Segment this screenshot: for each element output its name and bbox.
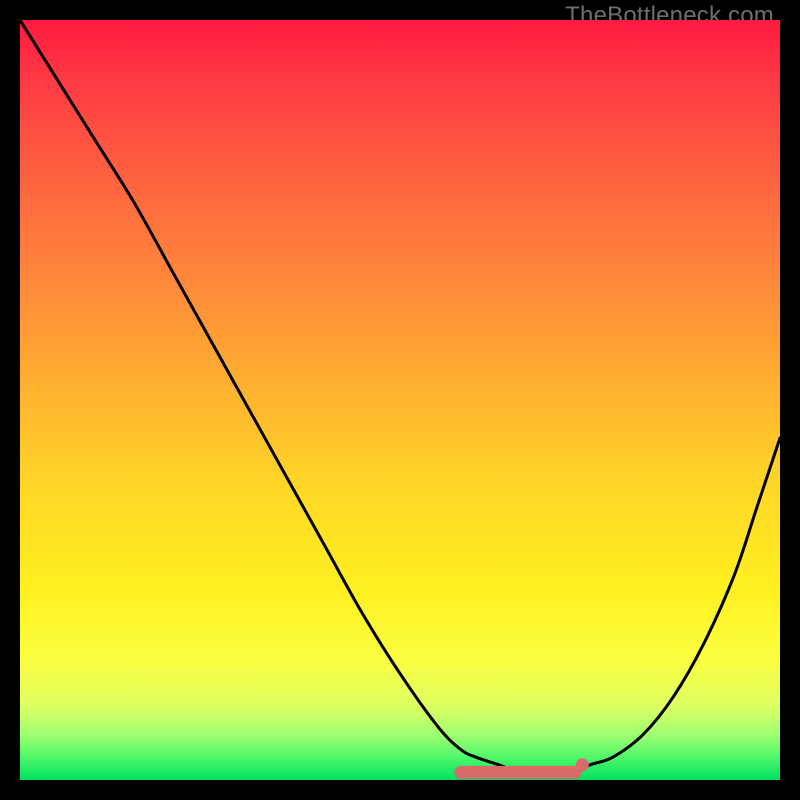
chart-frame bbox=[20, 20, 780, 780]
elbow-dot bbox=[576, 758, 589, 771]
bottleneck-curve-path bbox=[20, 20, 780, 773]
bottleneck-curve-svg bbox=[20, 20, 780, 780]
